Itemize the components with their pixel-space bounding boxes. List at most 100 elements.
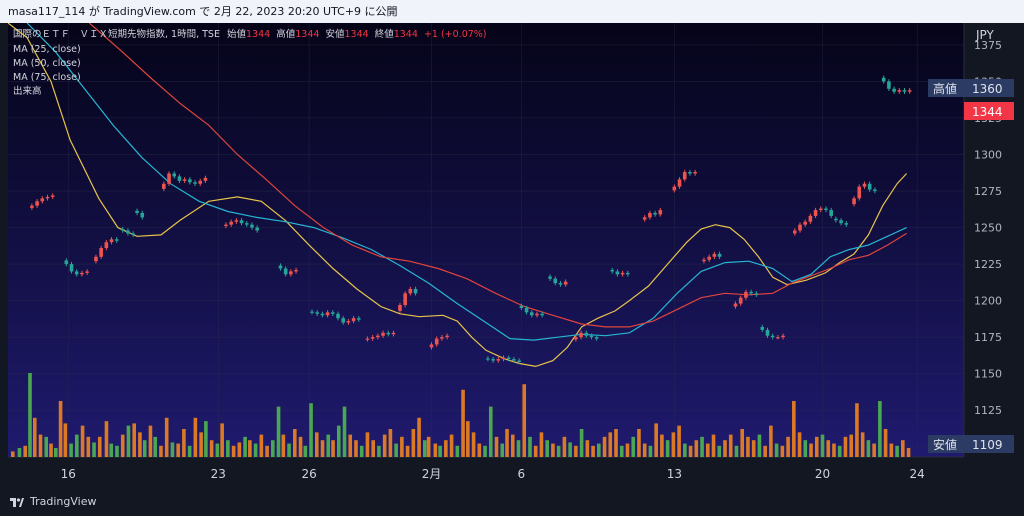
candle-body <box>126 230 130 234</box>
volume-bar <box>215 443 220 457</box>
price-tick: 1200 <box>974 295 1002 308</box>
legend-ma50[interactable]: MA (50, close) <box>13 58 81 69</box>
volume-bar <box>109 443 114 457</box>
candle-body <box>770 335 775 338</box>
volume-bar <box>809 443 813 457</box>
volume-bar <box>276 406 281 457</box>
candle-body <box>852 198 856 205</box>
legend-ma25[interactable]: MA (25, close) <box>13 44 81 55</box>
volume-bar <box>826 440 831 457</box>
candle-body <box>553 278 558 284</box>
volume-bar <box>705 443 710 457</box>
candle-body <box>749 291 753 294</box>
volume-bar <box>906 448 911 457</box>
volume-bar <box>757 434 762 457</box>
candle-body <box>535 313 539 316</box>
candle-body <box>579 332 583 338</box>
candle-body <box>413 288 418 294</box>
candle-body <box>702 259 706 262</box>
volume-bar <box>516 440 521 457</box>
volume-bar <box>58 401 63 457</box>
candle-body <box>765 329 770 336</box>
volume-bar <box>878 401 882 457</box>
candle-body <box>620 272 625 275</box>
candle-body <box>760 326 765 330</box>
volume-bar <box>365 432 370 457</box>
candle-body <box>325 312 330 316</box>
volume-bar <box>591 445 595 457</box>
snapshot-text: masa117_114 が TradingView.com で 2月 22, 2… <box>8 5 398 18</box>
candle-body <box>365 338 370 340</box>
price-tick: 1275 <box>974 185 1002 198</box>
volume-bar <box>326 434 331 457</box>
low-badge-value: 1109 <box>972 438 1003 452</box>
footer-brand: TradingView <box>30 495 97 508</box>
volume-bar <box>763 445 767 457</box>
legend-volume[interactable]: 出来高 <box>13 85 42 97</box>
volume-bar <box>377 445 381 457</box>
volume-bar <box>505 429 509 457</box>
low-badge: 安値 1109 <box>928 435 1014 453</box>
volume-bar <box>551 443 555 457</box>
volume-bar <box>382 434 387 457</box>
chart-area[interactable]: 1375135013251300127512501225120011751150… <box>7 22 1016 489</box>
candle-body <box>50 195 55 197</box>
candle-body <box>381 332 385 336</box>
volume-bar <box>488 406 493 457</box>
candle-body <box>135 210 139 213</box>
candle-body <box>172 173 177 177</box>
volume-bar <box>259 434 264 457</box>
volume-bar <box>314 432 319 457</box>
price-chart[interactable]: 1375135013251300127512501225120011751150… <box>7 22 1016 489</box>
candle-body <box>310 311 314 313</box>
volume-bar <box>265 445 269 457</box>
candle-body <box>625 272 630 275</box>
volume-bar <box>220 423 224 457</box>
candle-body <box>239 220 244 224</box>
candle-body <box>376 335 380 338</box>
candle-body <box>341 318 346 323</box>
candle-body <box>693 172 697 174</box>
candle-body <box>798 224 802 231</box>
candle-body <box>829 210 833 216</box>
volume-bar <box>539 432 544 457</box>
candle-body <box>434 338 439 345</box>
volume-bar <box>193 417 198 457</box>
candle-body <box>548 276 552 279</box>
candle-body <box>563 281 568 285</box>
volume-bar <box>320 440 325 457</box>
candle-body <box>315 312 320 314</box>
volume-bar <box>477 443 482 457</box>
volume-bar <box>683 443 687 457</box>
candle-body <box>517 360 521 363</box>
volume-bar <box>510 434 515 457</box>
candle-body <box>289 271 293 275</box>
candle-body <box>336 313 340 319</box>
candle-body <box>229 221 233 225</box>
candle-body <box>370 337 375 339</box>
candle-body <box>496 359 501 361</box>
volume-bar <box>63 423 68 457</box>
volume-bar <box>32 417 37 457</box>
high-badge-label: 高値 <box>933 81 957 96</box>
time-axis-panel <box>8 457 1016 489</box>
volume-bar <box>814 436 819 457</box>
candle-body <box>873 189 877 192</box>
candle-body <box>320 313 325 316</box>
currency-label: JPY <box>975 28 995 42</box>
legend-ma75[interactable]: MA (75, close) <box>13 72 81 83</box>
volume-bar <box>461 389 465 457</box>
candle-body <box>682 172 687 180</box>
volume-bar <box>660 434 664 457</box>
candle-body <box>162 183 166 189</box>
volume-bar <box>153 436 158 457</box>
volume-bar <box>568 442 572 457</box>
volume-bar <box>837 445 842 457</box>
volume-bar <box>654 423 658 457</box>
candle-body <box>445 335 449 338</box>
volume-bar <box>597 443 601 457</box>
candle-body <box>688 172 692 174</box>
volume-bar <box>348 434 353 457</box>
candle-body <box>818 208 823 211</box>
candle-body <box>615 271 620 275</box>
